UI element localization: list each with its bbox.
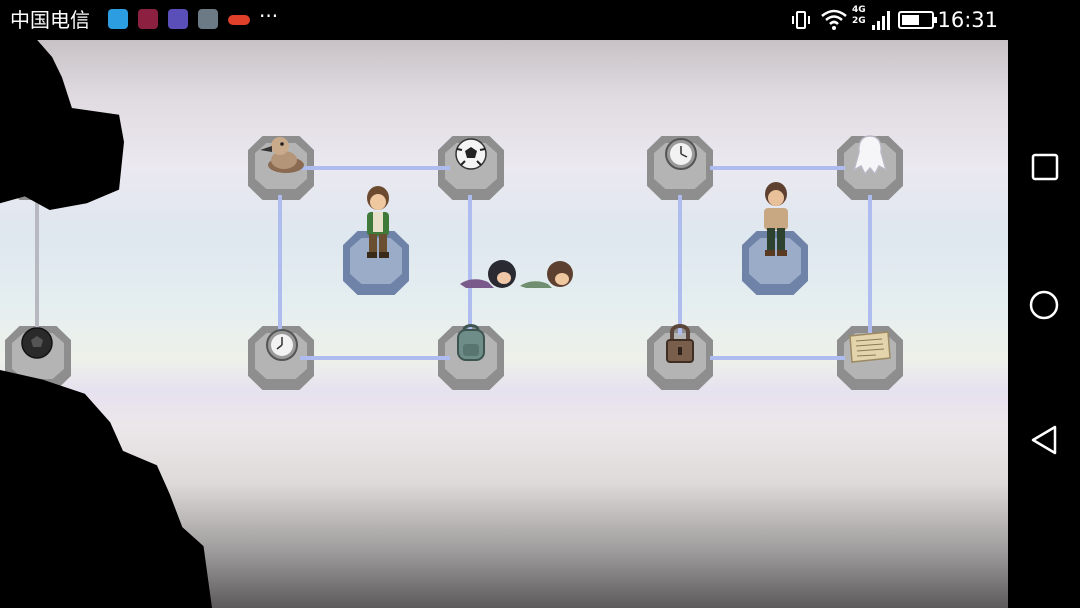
clock-time: 16:31 bbox=[937, 8, 998, 32]
soccer-ball-icon[interactable] bbox=[454, 137, 488, 171]
boy-green-shirt-character[interactable] bbox=[358, 184, 398, 264]
browser-icon bbox=[168, 9, 188, 29]
signal-icon bbox=[872, 11, 890, 30]
game-scene[interactable] bbox=[0, 40, 1008, 608]
connector-line bbox=[710, 166, 845, 170]
fallen-boy-brown-hair-character[interactable] bbox=[518, 254, 580, 292]
back-icon[interactable] bbox=[1029, 424, 1061, 456]
padlock-icon[interactable] bbox=[664, 322, 696, 366]
navigation-bar bbox=[1008, 40, 1080, 608]
message-icon bbox=[108, 9, 128, 29]
battery-icon bbox=[898, 11, 937, 29]
fallen-girl-dark-hair-character[interactable] bbox=[458, 254, 520, 292]
connector-line bbox=[300, 166, 450, 170]
network-type-label: 4G 2G bbox=[852, 5, 866, 26]
connector-line bbox=[868, 195, 872, 335]
status-bar: 中国电信 ··· 4G 2G 16:31 bbox=[0, 0, 1080, 40]
connector-line bbox=[710, 356, 845, 360]
recent-apps-icon[interactable] bbox=[1030, 152, 1060, 182]
notification-badge-icon bbox=[228, 15, 250, 25]
soccer-ball-icon[interactable] bbox=[20, 326, 54, 360]
vibrate-icon bbox=[792, 11, 810, 29]
home-icon[interactable] bbox=[1027, 288, 1061, 322]
carrier-label: 中国电信 bbox=[10, 8, 90, 32]
connector-line bbox=[678, 195, 682, 335]
connector-line bbox=[278, 195, 282, 335]
connector-line bbox=[35, 195, 39, 335]
game-app-icon bbox=[138, 9, 158, 29]
clock-icon[interactable] bbox=[664, 137, 698, 171]
dark-silhouette bbox=[0, 40, 124, 210]
paper-note-icon[interactable] bbox=[846, 330, 892, 364]
backpack-icon[interactable] bbox=[452, 322, 490, 364]
gallery-icon bbox=[198, 9, 218, 29]
more-dots-icon: ··· bbox=[259, 4, 279, 28]
clock-icon[interactable] bbox=[265, 328, 299, 362]
duck-toy-icon[interactable] bbox=[258, 132, 308, 176]
dark-silhouette bbox=[0, 370, 212, 608]
ghost-doll-icon[interactable] bbox=[851, 132, 889, 180]
boy-dark-pants-character[interactable] bbox=[756, 180, 796, 264]
connector-line bbox=[300, 356, 450, 360]
wifi-icon bbox=[821, 9, 847, 30]
